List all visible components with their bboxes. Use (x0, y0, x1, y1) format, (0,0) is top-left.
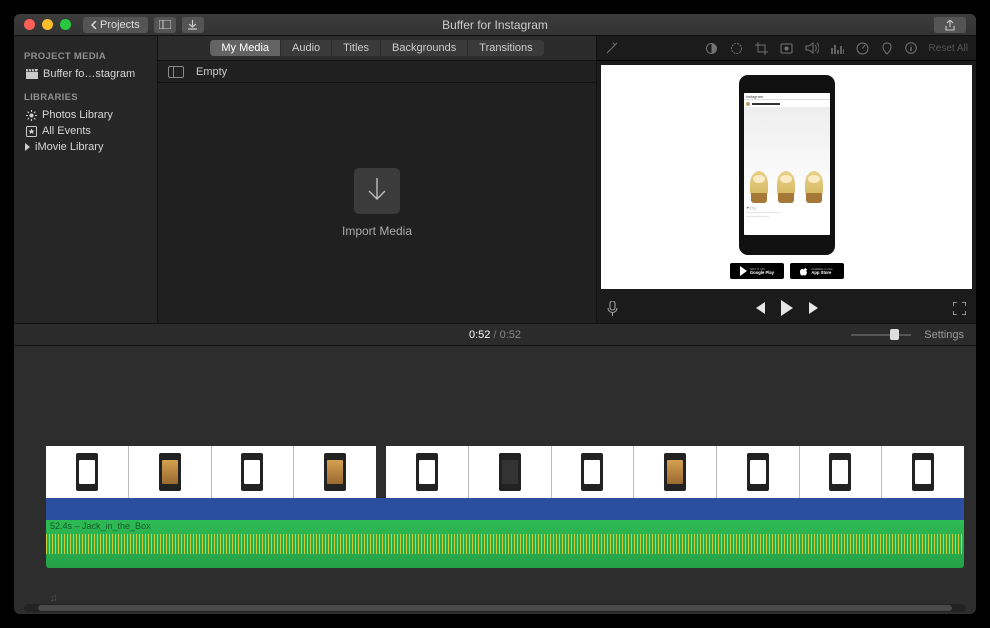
star-box-icon (26, 126, 37, 137)
time-display-bar: 0:52 / 0:52 Settings (14, 324, 976, 346)
audio-clip[interactable]: 52.4s – Jack_in_the_Box (46, 520, 964, 568)
volume-icon[interactable] (805, 42, 819, 54)
list-view-icon[interactable] (168, 66, 184, 78)
fullscreen-icon[interactable] (953, 302, 966, 315)
equalizer-icon[interactable] (831, 43, 844, 54)
wand-icon[interactable] (605, 42, 618, 55)
reset-all-button[interactable]: Reset All (929, 43, 968, 54)
timeline[interactable]: 52.4s – Jack_in_the_Box ♫ (14, 346, 976, 614)
sidebar-item-project[interactable]: Buffer fo…stagram (14, 66, 157, 82)
sidebar-project-label: Buffer fo…stagram (43, 68, 135, 80)
tab-backgrounds[interactable]: Backgrounds (381, 40, 468, 56)
timeline-clip[interactable] (468, 446, 551, 498)
mic-icon[interactable] (607, 301, 618, 316)
prev-button[interactable] (753, 302, 766, 314)
timeline-clip[interactable] (881, 446, 964, 498)
sidebar-header-project: PROJECT MEDIA (14, 41, 157, 66)
tab-titles[interactable]: Titles (332, 40, 381, 56)
total-time: 0:52 (500, 329, 521, 341)
clapper-icon (26, 69, 38, 79)
share-button[interactable] (934, 17, 966, 33)
sidebar-events-label: All Events (42, 125, 91, 137)
zoom-button[interactable] (60, 19, 71, 30)
timeline-clip[interactable] (128, 446, 211, 498)
tab-transitions[interactable]: Transitions (468, 40, 543, 56)
sidebar-item-photos[interactable]: Photos Library (14, 107, 157, 123)
import-media-button[interactable] (354, 168, 400, 214)
timeline-clip[interactable] (716, 446, 799, 498)
timeline-clip[interactable] (551, 446, 634, 498)
library-toggle-button[interactable] (154, 17, 176, 33)
audio-clip-label: 52.4s – Jack_in_the_Box (50, 521, 151, 531)
media-sidebar: PROJECT MEDIA Buffer fo…stagram LIBRARIE… (14, 36, 158, 323)
sidebar-item-imovie[interactable]: iMovie Library (14, 139, 157, 155)
play-button[interactable] (780, 300, 794, 316)
minimize-button[interactable] (42, 19, 53, 30)
sidebar-photos-label: Photos Library (42, 109, 113, 121)
current-time: 0:52 (469, 329, 490, 341)
import-media-label: Import Media (342, 224, 412, 238)
music-track-hint: ♫ (50, 593, 58, 604)
phone-app-title: Instagram (744, 93, 830, 100)
timeline-clip[interactable] (633, 446, 716, 498)
timeline-clip[interactable] (386, 446, 468, 498)
speed-icon[interactable] (856, 42, 869, 55)
timeline-clip[interactable] (293, 446, 376, 498)
tab-audio[interactable]: Audio (281, 40, 332, 56)
sidebar-header-libraries: LIBRARIES (14, 82, 157, 107)
video-track-filmstrip (46, 498, 964, 520)
import-button[interactable] (182, 17, 204, 33)
timeline-clip[interactable] (46, 446, 128, 498)
app-store-badge: Available on theApp Store (790, 263, 844, 279)
filter-icon[interactable] (881, 42, 893, 55)
info-icon[interactable] (905, 42, 917, 54)
download-arrow-icon (366, 178, 388, 204)
window-titlebar: Projects Buffer for Instagram (14, 14, 976, 36)
timeline-clip[interactable] (799, 446, 882, 498)
color-balance-icon[interactable] (705, 42, 718, 55)
timeline-zoom-slider[interactable] (851, 328, 911, 342)
sidebar-imovie-label: iMovie Library (35, 141, 103, 153)
video-track[interactable] (46, 446, 964, 498)
crop-icon[interactable] (755, 42, 768, 55)
stabilize-icon[interactable] (780, 43, 793, 54)
projects-back-button[interactable]: Projects (83, 17, 148, 33)
viewer-toolbar: Reset All (597, 36, 976, 61)
disclosure-triangle-icon (25, 143, 30, 151)
playback-controls (597, 293, 976, 323)
color-wheel-icon[interactable] (730, 42, 743, 55)
timeline-scrollbar[interactable] (24, 604, 966, 612)
media-tabbar: My Media Audio Titles Backgrounds Transi… (158, 36, 596, 61)
google-play-badge: GET IT ONGoogle Play (730, 263, 784, 279)
timeline-clip[interactable] (211, 446, 294, 498)
flower-icon (26, 110, 37, 121)
next-button[interactable] (808, 302, 821, 314)
settings-button[interactable]: Settings (924, 329, 964, 341)
preview-viewer: Instagram ❤ ◯ ▷— — — — — — — — —— — — — … (601, 65, 972, 289)
tab-my-media[interactable]: My Media (210, 40, 281, 56)
audio-waveform (46, 534, 964, 554)
projects-label: Projects (100, 19, 140, 31)
phone-mockup: Instagram ❤ ◯ ▷— — — — — — — — —— — — — … (739, 75, 835, 255)
close-button[interactable] (24, 19, 35, 30)
browser-list-label: Empty (196, 66, 227, 78)
sidebar-item-events[interactable]: All Events (14, 123, 157, 139)
